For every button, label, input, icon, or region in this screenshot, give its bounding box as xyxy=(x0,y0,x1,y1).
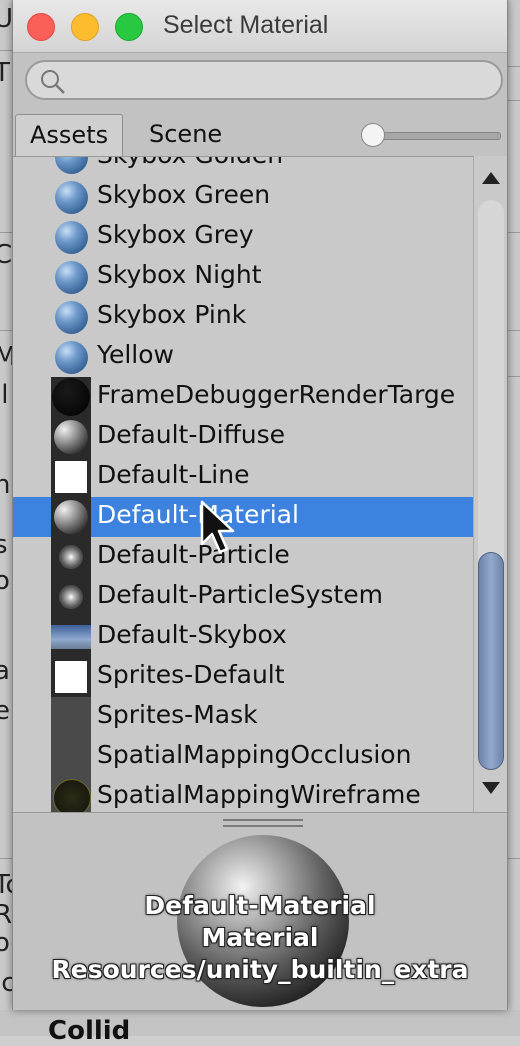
background-fragment: il xyxy=(0,380,9,410)
material-thumbnail-icon xyxy=(55,221,88,254)
material-label: Default-ParticleSystem xyxy=(97,580,383,609)
material-label: Default-Line xyxy=(97,460,250,489)
material-label: Skybox Grey xyxy=(97,220,254,249)
list-item[interactable]: Skybox Grey xyxy=(13,217,473,257)
background-editor-right xyxy=(506,0,520,1036)
scroll-thumb[interactable] xyxy=(478,552,504,770)
resize-grip[interactable] xyxy=(223,819,303,821)
material-label: Skybox Pink xyxy=(97,300,247,329)
list-item-selected[interactable]: Default-Material xyxy=(13,497,473,537)
material-preview-panel: Default-Material Material Resources/unit… xyxy=(13,812,507,1010)
material-label: Yellow xyxy=(97,340,174,369)
material-label: Skybox Golden xyxy=(97,157,283,169)
list-item[interactable]: Default-Skybox xyxy=(13,617,473,657)
material-thumbnail-icon xyxy=(55,181,88,214)
zoom-slider-track[interactable] xyxy=(367,132,501,140)
material-label: Default-Particle xyxy=(97,540,290,569)
material-thumbnail-icon xyxy=(51,417,91,457)
background-fragment: s xyxy=(0,530,8,560)
background-fragment: o xyxy=(0,566,10,596)
maximize-button[interactable] xyxy=(115,13,143,41)
material-thumbnail-icon xyxy=(51,657,91,697)
material-thumbnail-icon xyxy=(51,377,91,417)
material-thumbnail-icon xyxy=(51,737,91,777)
list-scrollbar[interactable] xyxy=(473,156,507,812)
material-label: Skybox Night xyxy=(97,260,262,289)
list-item[interactable]: Default-Diffuse xyxy=(13,417,473,457)
background-fragment: e xyxy=(0,696,10,726)
material-thumbnail-icon xyxy=(51,777,91,813)
material-label: Default-Skybox xyxy=(97,620,287,649)
list-item[interactable]: Skybox Golden xyxy=(13,157,473,177)
background-fragment: T xyxy=(0,58,10,88)
title-bar[interactable]: Select Material xyxy=(13,0,507,53)
scroll-up-arrow-icon[interactable] xyxy=(482,172,500,184)
material-thumbnail-icon xyxy=(51,697,91,737)
list-item[interactable]: Skybox Night xyxy=(13,257,473,297)
list-item[interactable]: Skybox Pink xyxy=(13,297,473,337)
search-input[interactable] xyxy=(25,60,503,100)
material-thumbnail-icon xyxy=(51,537,91,577)
list-item[interactable]: SpatialMappingOcclusion xyxy=(13,737,473,777)
material-thumbnail-icon xyxy=(55,261,88,294)
list-item[interactable]: FrameDebuggerRenderTarge xyxy=(13,377,473,417)
list-item[interactable]: Default-Particle xyxy=(13,537,473,577)
minimize-button[interactable] xyxy=(71,13,99,41)
material-list: Skybox Golden Skybox Green Skybox Grey S… xyxy=(13,156,473,813)
list-item[interactable]: Sprites-Mask xyxy=(13,697,473,737)
material-thumbnail-icon xyxy=(55,341,88,374)
tab-scene[interactable]: Scene xyxy=(135,114,236,154)
select-material-window: Select Material Assets Scene Skybox Gold… xyxy=(12,0,508,1010)
material-label: Skybox Green xyxy=(97,180,271,209)
preview-material-type: Material xyxy=(201,923,319,952)
background-fragment: C xyxy=(0,240,13,270)
material-thumbnail-icon xyxy=(51,497,91,537)
list-item[interactable]: Default-Line xyxy=(13,457,473,497)
search-icon xyxy=(41,70,65,94)
tab-bar: Assets Scene xyxy=(13,114,507,157)
scroll-down-arrow-icon[interactable] xyxy=(482,782,500,794)
list-item[interactable]: Sprites-Default xyxy=(13,657,473,697)
material-label: SpatialMappingWireframe xyxy=(97,780,421,809)
list-item[interactable]: Yellow xyxy=(13,337,473,377)
preview-material-path: Resources/unity_builtin_extra xyxy=(51,955,469,984)
material-label: Sprites-Default xyxy=(97,660,285,689)
material-thumbnail-icon xyxy=(51,577,91,617)
material-label: SpatialMappingOcclusion xyxy=(97,740,412,769)
preview-material-name: Default-Material xyxy=(144,891,376,920)
material-thumbnail-icon xyxy=(51,617,91,657)
background-fragment: Collid xyxy=(48,1016,131,1046)
material-label: Sprites-Mask xyxy=(97,700,258,729)
background-editor-bottom: Collid xyxy=(0,1010,520,1046)
list-item[interactable]: Skybox Green xyxy=(13,177,473,217)
list-item[interactable]: Default-ParticleSystem xyxy=(13,577,473,617)
zoom-slider-handle[interactable] xyxy=(361,123,385,147)
list-item[interactable]: SpatialMappingWireframe xyxy=(13,777,473,813)
tab-assets[interactable]: Assets xyxy=(15,114,124,157)
material-thumbnail-icon xyxy=(55,301,88,334)
resize-grip[interactable] xyxy=(223,825,303,827)
close-button[interactable] xyxy=(27,13,55,41)
material-label: Default-Diffuse xyxy=(97,420,286,449)
mouse-cursor-icon xyxy=(200,500,235,554)
window-title: Select Material xyxy=(163,11,329,39)
material-label: FrameDebuggerRenderTarge xyxy=(97,380,456,409)
material-thumbnail-icon xyxy=(51,457,91,497)
background-fragment: a xyxy=(0,656,10,686)
material-thumbnail-icon xyxy=(55,157,88,174)
